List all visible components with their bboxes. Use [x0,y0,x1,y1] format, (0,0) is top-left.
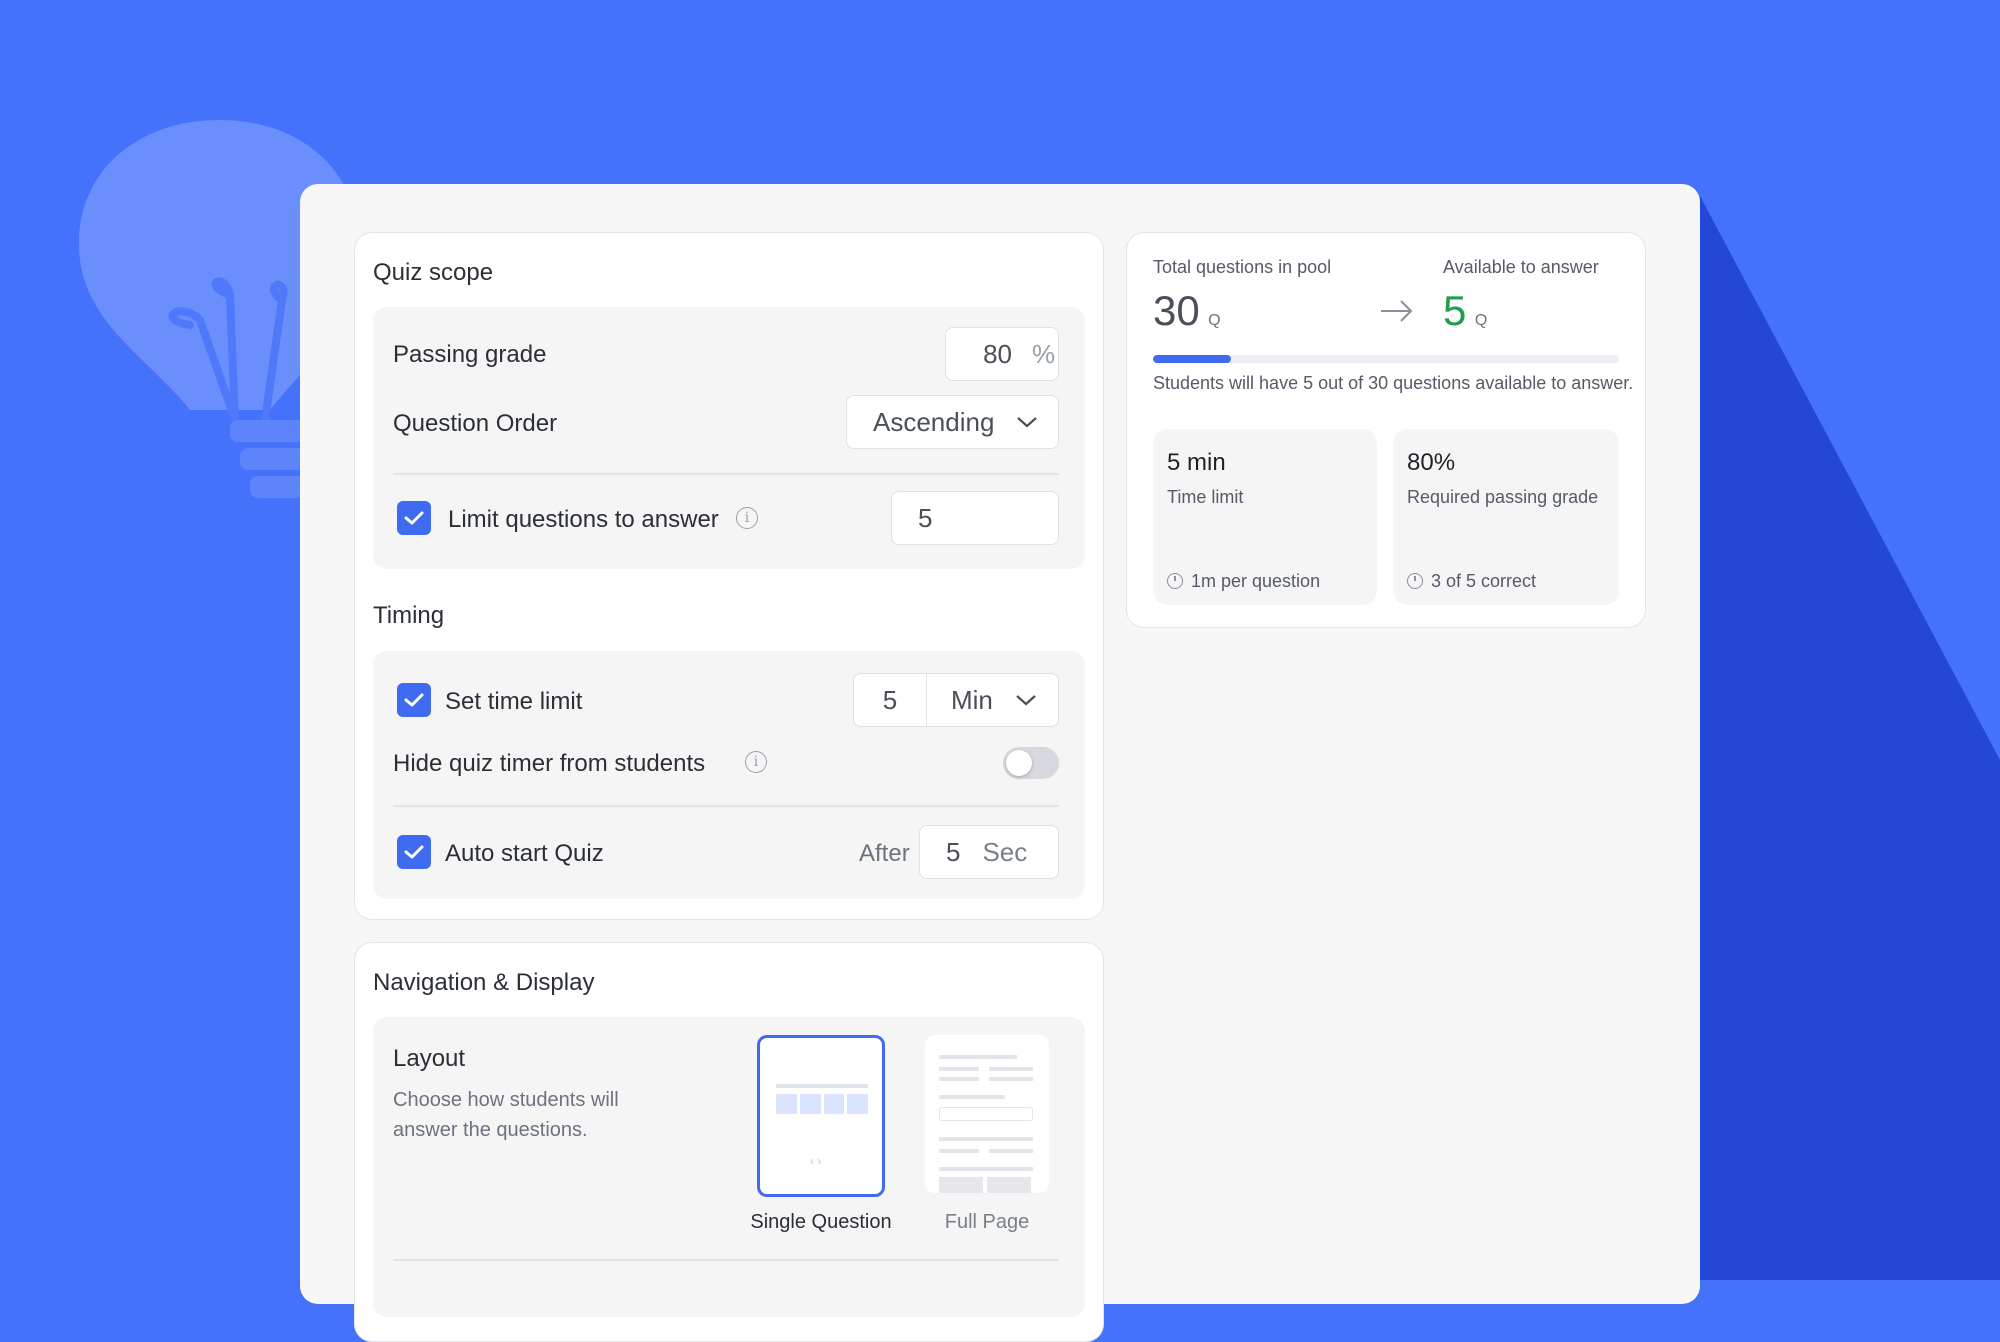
layout-option-label-full-page[interactable]: Full Page [913,1211,1061,1234]
available-value: 5 [1443,287,1467,334]
checkmark-icon [404,693,424,707]
divider [393,1259,1059,1261]
auto-start-input[interactable]: 5 Sec [919,825,1059,879]
arrow-right-icon [1381,300,1413,322]
limit-questions-input[interactable]: 5 [891,491,1059,545]
question-order-select[interactable]: Ascending [846,395,1059,449]
limit-questions-checkbox[interactable] [397,501,431,535]
preview-options [776,1094,868,1114]
total-questions-value: 30 [1153,287,1200,334]
settings-card: Quiz scope Passing grade 80 % Question O… [300,184,1700,1342]
auto-start-checkbox[interactable] [397,835,431,869]
navigation-display-panel: Navigation & Display Layout Choose how s… [354,942,1104,1342]
navigation-display-title: Navigation & Display [373,969,595,996]
passing-grade-stat-label: Required passing grade [1407,487,1599,507]
divider [393,805,1059,807]
preview-nav-arrows: ‹ › [810,1154,822,1168]
time-limit-value: 5 [854,673,927,727]
layout-option-full-page[interactable] [925,1035,1049,1193]
time-limit-stat-detail: 1m per question [1167,571,1320,592]
checkmark-icon [404,511,424,525]
time-limit-unit[interactable]: Min [951,685,993,716]
quiz-settings-panel: Quiz scope Passing grade 80 % Question O… [354,232,1104,920]
question-order-value: Ascending [873,406,995,437]
time-limit-stat-label: Time limit [1167,487,1244,507]
chevron-down-icon [1017,417,1038,428]
available-count: 5 Q [1443,287,1487,335]
auto-start-value: 5 [946,836,961,867]
preview-line [776,1084,868,1088]
passing-grade-stat-value: 80% [1407,449,1456,476]
info-icon[interactable]: i [736,507,758,529]
divider [393,473,1059,475]
layout-option-label-single-question[interactable]: Single Question [735,1211,907,1234]
hide-timer-label: Hide quiz timer from students [393,750,706,777]
clock-icon [1407,573,1423,589]
question-order-label: Question Order [393,410,558,437]
time-limit-stat-value: 5 min [1167,449,1226,476]
available-unit: Q [1474,312,1488,329]
layout-group: Layout Choose how students will answer t… [373,1017,1085,1317]
layout-label: Layout [393,1045,466,1072]
hide-timer-toggle[interactable] [1003,747,1059,779]
layout-description-line2: answer the questions. [393,1119,588,1141]
passing-grade-input[interactable]: 80 % [945,327,1059,381]
checkmark-icon [404,845,424,859]
limit-questions-label: Limit questions to answer [448,506,719,533]
summary-panel: Total questions in pool 30 Q Available t… [1126,232,1646,628]
total-questions-count: 30 Q [1153,287,1221,335]
percent-unit: % [1032,338,1056,369]
auto-start-label: Auto start Quiz [445,840,604,867]
total-questions-label: Total questions in pool [1153,257,1332,277]
total-questions-unit: Q [1208,312,1221,329]
passing-grade-stat-detail: 3 of 5 correct [1407,571,1536,592]
quiz-scope-group: Passing grade 80 % Question Order Ascend… [373,307,1085,569]
chevron-down-icon [1016,695,1036,706]
passing-grade-stat: 80% Required passing grade 3 of 5 correc… [1393,429,1619,605]
availability-note: Students will have 5 out of 30 questions… [1153,373,1634,393]
time-limit-input[interactable]: 5 Min [853,673,1059,727]
quiz-scope-title: Quiz scope [373,259,494,286]
auto-start-unit: Sec [982,836,1028,867]
time-limit-label: Set time limit [445,688,583,715]
info-icon[interactable]: i [745,751,767,773]
timing-title: Timing [373,602,445,629]
passing-grade-label: Passing grade [393,341,547,368]
limit-questions-value: 5 [918,502,933,533]
layout-option-single-question[interactable]: ‹ › [757,1035,885,1197]
layout-description-line1: Choose how students will [393,1089,619,1111]
passing-grade-detail-text: 3 of 5 correct [1431,571,1537,591]
time-limit-checkbox[interactable] [397,683,431,717]
availability-progress-fill [1153,355,1231,363]
auto-start-after-label: After [859,840,910,867]
time-limit-stat: 5 min Time limit 1m per question [1153,429,1377,605]
available-label: Available to answer [1443,257,1599,277]
clock-icon [1167,573,1183,589]
timing-group: Set time limit 5 Min Hide quiz timer fro… [373,651,1085,899]
availability-progress-bar [1153,355,1619,363]
time-limit-detail-text: 1m per question [1191,571,1321,591]
passing-grade-value: 80 [983,338,1012,369]
toggle-knob [1006,750,1032,776]
